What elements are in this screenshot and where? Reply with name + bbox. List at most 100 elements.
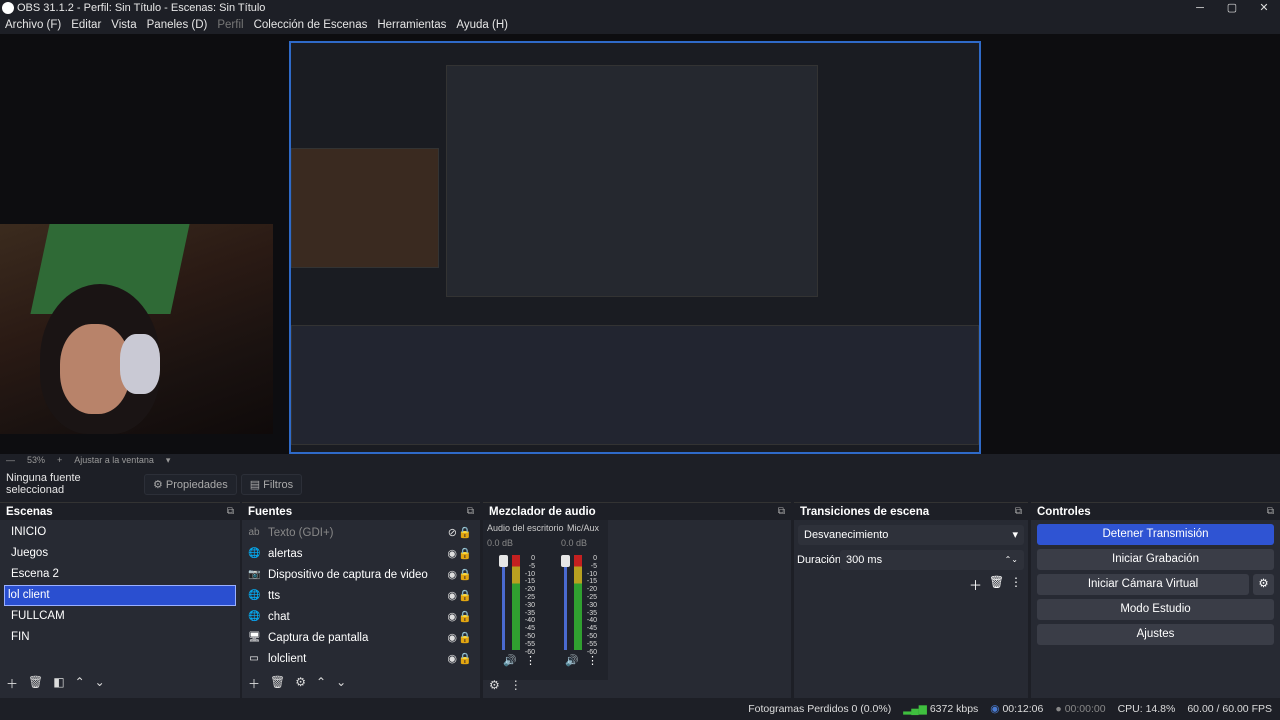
eye-icon[interactable]: ◉ <box>447 652 457 665</box>
scene-item-juegos[interactable]: Juegos <box>4 543 236 564</box>
trash-icon[interactable]: 🗑 <box>28 675 43 692</box>
menu-herramientas[interactable]: Herramientas <box>372 19 451 31</box>
menu-perfil[interactable]: Perfil <box>212 19 248 31</box>
controls-dock: Controles ⧉ Detener Transmisión Iniciar … <box>1031 502 1280 698</box>
dock-float-icon[interactable]: ⧉ <box>467 506 474 517</box>
dock-float-icon[interactable]: ⧉ <box>1015 506 1022 517</box>
properties-button[interactable]: ⚙ Propiedades <box>144 473 237 495</box>
lock-icon[interactable]: 🔒 <box>458 547 472 560</box>
lock-icon[interactable]: 🔒 <box>458 526 472 539</box>
filters-button[interactable]: ▤ Filtros <box>240 473 303 495</box>
scene-item-fin[interactable]: FIN <box>4 627 236 648</box>
stop-streaming-button[interactable]: Detener Transmisión <box>1037 524 1274 545</box>
signal-icon: ▂▄▆ <box>903 703 927 715</box>
move-down-icon[interactable]: ⌄ <box>336 675 346 692</box>
dock-float-icon[interactable]: ⧉ <box>227 506 234 517</box>
settings-button[interactable]: Ajustes <box>1037 624 1274 645</box>
trash-icon[interactable]: 🗑 <box>270 675 285 692</box>
scene-item-escena-2[interactable]: Escena 2 <box>4 564 236 585</box>
obs-logo-icon <box>2 2 14 14</box>
scene-item-inicio[interactable]: INICIO <box>4 522 236 543</box>
source-item[interactable]: 🖥 Captura de pantalla ◉ 🔒 <box>242 627 480 648</box>
lock-icon[interactable]: 🔒 <box>458 652 472 665</box>
studio-mode-button[interactable]: Modo Estudio <box>1037 599 1274 620</box>
add-transition-icon[interactable]: ＋ <box>969 575 982 594</box>
source-item[interactable]: ab Texto (GDI+) ⊘ 🔒 <box>242 522 480 543</box>
status-bar: Fotogramas Perdidos 0 (0.0%) ▂▄▆ 6372 kb… <box>0 698 1280 720</box>
meter-scale: 0 -5 -10 -15 -20 -25 -30 -35 -40 -45 -50 -55 -60 <box>524 555 535 656</box>
kebab-menu-icon[interactable]: ⋮ <box>510 678 522 692</box>
lock-icon[interactable]: 🔒 <box>458 589 472 602</box>
source-item[interactable]: 📷 Dispositivo de captura de video ◉ 🔒 <box>242 564 480 585</box>
eye-icon[interactable]: ◉ <box>447 589 457 602</box>
gear-icon[interactable]: ⚙ <box>295 675 306 692</box>
speaker-icon[interactable]: 🔊 <box>503 654 517 667</box>
record-icon: ● <box>1055 703 1062 715</box>
move-up-icon[interactable]: ⌃ <box>316 675 326 692</box>
menu-ayuda[interactable]: Ayuda (H) <box>451 19 513 31</box>
source-item[interactable]: ▭ lolclient ◉ 🔒 <box>242 648 480 669</box>
kebab-menu-icon[interactable]: ⋮ <box>587 654 598 667</box>
sources-dock: Fuentes ⧉ ab Texto (GDI+) ⊘ 🔒 🌐 alertas ◉ 🔒 📷 D… <box>242 502 480 698</box>
maximize-icon[interactable]: ▢ <box>1216 0 1248 16</box>
scene-filter-icon[interactable]: ◧ <box>53 675 64 692</box>
fader-desktop[interactable] <box>499 555 508 650</box>
menu-vista[interactable]: Vista <box>106 19 141 31</box>
speaker-icon[interactable]: 🔊 <box>565 654 579 667</box>
menu-editar[interactable]: Editar <box>66 19 106 31</box>
scene-item-lol-client[interactable]: lol client <box>4 585 236 606</box>
zoom-fit-select[interactable]: Ajustar a la ventana <box>74 455 154 465</box>
nested-window-capture <box>446 65 818 297</box>
start-virtual-camera-button[interactable]: Iniciar Cámara Virtual <box>1037 574 1249 595</box>
zoom-bar: — 53% + Ajustar a la ventana ▾ <box>0 454 1280 466</box>
eye-hidden-icon[interactable]: ⊘ <box>448 526 457 539</box>
minimize-icon[interactable]: ─ <box>1184 0 1216 16</box>
window-title: OBS 31.1.2 - Perfil: Sin Título - Escena… <box>17 2 266 14</box>
move-down-icon[interactable]: ⌄ <box>95 675 105 692</box>
preview-canvas[interactable] <box>0 34 1280 454</box>
eye-icon[interactable]: ◉ <box>447 547 457 560</box>
eye-icon[interactable]: ◉ <box>447 631 457 644</box>
eye-icon[interactable]: ◉ <box>447 568 457 581</box>
camera-icon: 📷 <box>248 568 261 580</box>
audio-settings-icon[interactable]: ⚙ <box>489 678 500 692</box>
channel-db-mic: 0.0 dB <box>561 538 588 548</box>
add-source-icon[interactable]: ＋ <box>248 675 260 692</box>
fader-mic[interactable] <box>561 555 570 650</box>
add-scene-icon[interactable]: ＋ <box>6 675 18 692</box>
source-item[interactable]: 🌐 tts ◉ 🔒 <box>242 585 480 606</box>
gear-icon[interactable]: ⚙ <box>1253 574 1274 595</box>
lock-icon[interactable]: 🔒 <box>458 631 472 644</box>
close-icon[interactable]: ✕ <box>1248 0 1280 16</box>
dock-float-icon[interactable]: ⧉ <box>1267 506 1274 517</box>
text-icon: ab <box>248 526 260 538</box>
menu-archivo[interactable]: Archivo (F) <box>0 19 66 31</box>
bitrate: 6372 kbps <box>929 703 979 715</box>
transition-select[interactable]: Desvanecimiento ▾ <box>798 525 1024 545</box>
trash-icon[interactable]: 🗑 <box>989 575 1004 589</box>
menu-coleccion[interactable]: Colección de Escenas <box>249 19 373 31</box>
zoom-in-button[interactable]: + <box>57 455 62 465</box>
start-recording-button[interactable]: Iniciar Grabación <box>1037 549 1274 570</box>
sources-title: Fuentes <box>248 505 293 518</box>
chevron-down-icon[interactable]: ▾ <box>166 455 171 466</box>
move-up-icon[interactable]: ⌃ <box>75 675 85 692</box>
source-item[interactable]: 🌐 alertas ◉ 🔒 <box>242 543 480 564</box>
menu-paneles[interactable]: Paneles (D) <box>142 19 213 31</box>
gear-icon: ⚙ <box>153 478 166 491</box>
scene-item-fullcam[interactable]: FULLCAM <box>4 606 236 627</box>
zoom-out-button[interactable]: — <box>6 455 15 465</box>
webcam-feed <box>0 224 273 434</box>
source-item[interactable]: 🌐 chat ◉ 🔒 <box>242 606 480 627</box>
spinner-icon[interactable]: ⌃⌄ <box>1005 550 1018 570</box>
zoom-value: 53% <box>27 455 46 465</box>
duration-input[interactable]: 300 ms ⌃⌄ <box>840 550 1024 570</box>
lock-icon[interactable]: 🔒 <box>458 610 472 623</box>
kebab-menu-icon[interactable]: ⋮ <box>525 654 536 667</box>
lock-icon[interactable]: 🔒 <box>458 568 472 581</box>
kebab-menu-icon[interactable]: ⋮ <box>1010 575 1022 589</box>
dropped-frames: Fotogramas Perdidos 0 (0.0%) <box>748 703 892 715</box>
dock-float-icon[interactable]: ⧉ <box>778 506 785 517</box>
nested-docks <box>291 325 979 445</box>
eye-icon[interactable]: ◉ <box>447 610 457 623</box>
